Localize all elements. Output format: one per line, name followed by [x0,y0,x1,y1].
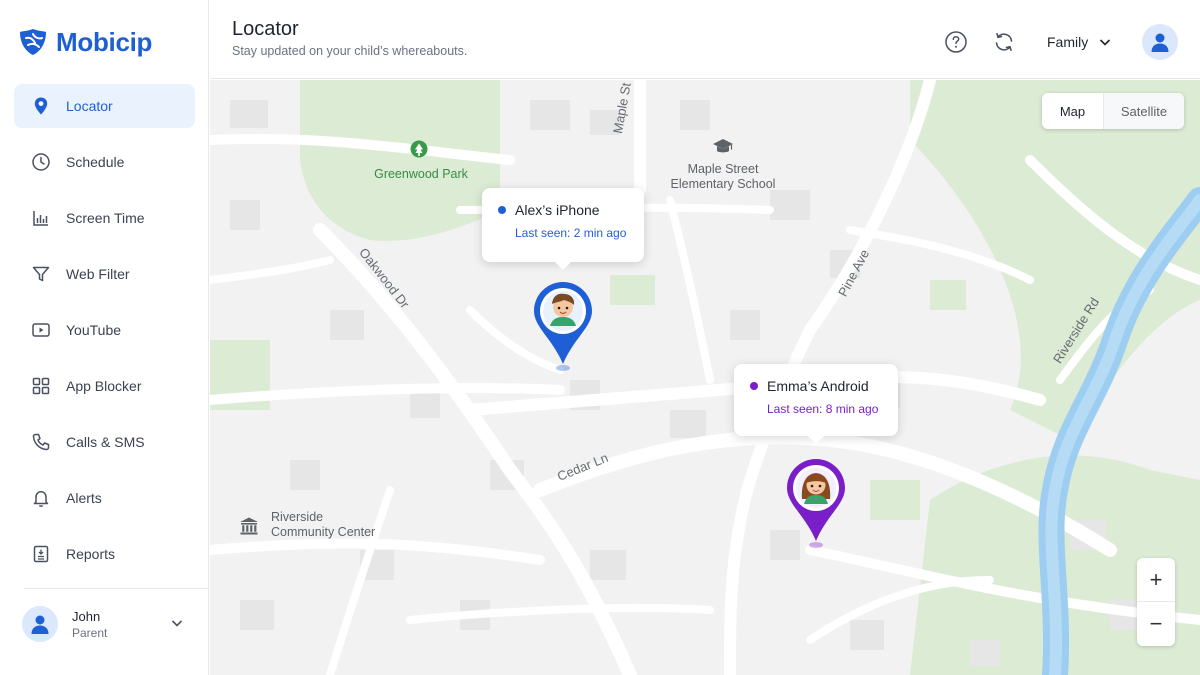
report-icon [30,543,52,565]
school-label: Maple Street Elementary School [670,162,776,191]
last-seen-text: Last seen: 2 min ago [515,226,627,240]
page-subtitle: Stay updated on your child’s whereabouts… [232,44,468,58]
park-label: Greenwood Park [374,167,468,181]
last-seen-text: Last seen: 8 min ago [767,402,879,416]
help-button[interactable] [944,30,968,54]
sidebar-item-label: App Blocker [66,378,142,394]
building-icon [240,517,258,535]
refresh-icon [995,33,1013,51]
user-role: Parent [72,625,108,640]
sidebar-item-alerts[interactable]: Alerts [14,476,195,520]
sidebar-item-schedule[interactable]: Schedule [14,140,195,184]
user-name: John [72,608,101,624]
device-pin-emma[interactable] [785,457,847,556]
device-popup-emma[interactable]: Emma’s Android Last seen: 8 min ago [734,364,898,444]
bar-chart-icon [30,207,52,229]
map-view[interactable]: Greenwood Park Maple Street Elementary S… [210,80,1200,675]
map-type-satellite-button[interactable]: Satellite [1104,93,1184,129]
apps-grid-icon [30,375,52,397]
tree-icon [410,140,428,158]
zoom-in-button[interactable]: + [1137,558,1175,602]
page-title: Locator [232,18,299,40]
device-popup-alex[interactable]: Alex’s iPhone Last seen: 2 min ago [482,188,644,270]
family-label: Family [1047,34,1089,50]
sidebar-nav: Locator Schedule Screen Time Web Filter … [14,84,195,588]
refresh-button[interactable] [992,30,1016,54]
status-dot [498,206,506,214]
sidebar-item-label: Locator [66,98,113,114]
zoom-controls: + − [1137,558,1175,646]
play-icon [30,319,52,341]
sidebar-item-web-filter[interactable]: Web Filter [14,252,195,296]
brand-logo[interactable]: Mobicip [18,24,152,60]
child-avatar-pin-icon [534,282,592,371]
sidebar-item-label: Web Filter [66,266,130,282]
avatar [22,606,58,642]
sidebar-item-youtube[interactable]: YouTube [14,308,195,352]
sidebar-item-label: Calls & SMS [66,434,145,450]
sidebar-item-calls-sms[interactable]: Calls & SMS [14,420,195,464]
sidebar: Mobicip Locator Schedule Screen Time Web… [0,0,209,675]
chevron-down-icon [1100,39,1111,46]
user-icon [1151,33,1169,52]
sidebar-item-screen-time[interactable]: Screen Time [14,196,195,240]
location-pin-icon [30,95,52,117]
sidebar-item-reports[interactable]: Reports [14,532,195,576]
zoom-out-button[interactable]: − [1137,602,1175,646]
map-type-map-button[interactable]: Map [1042,93,1104,129]
graduation-cap-icon [713,139,733,153]
mobicip-shield-icon [20,29,46,55]
phone-icon [30,431,52,453]
map-type-toggle[interactable]: Map Satellite [1042,93,1184,129]
filter-icon [30,263,52,285]
child-avatar-pin-icon [787,459,845,548]
account-avatar-button[interactable] [1142,24,1178,60]
user-menu[interactable]: John Parent [22,604,192,644]
sidebar-item-label: Reports [66,546,116,562]
sidebar-item-label: YouTube [66,322,122,338]
user-icon [31,615,49,634]
family-selector[interactable]: Family [1047,34,1112,50]
sidebar-item-label: Schedule [66,154,125,170]
sidebar-item-locator[interactable]: Locator [14,84,195,128]
sidebar-divider [24,588,208,589]
clock-icon [30,151,52,173]
bell-icon [30,487,52,509]
sidebar-item-label: Alerts [66,490,102,506]
chevron-down-icon [171,620,183,627]
sidebar-item-label: Screen Time [66,210,145,226]
status-dot [750,382,758,390]
brand-name: Mobicip [56,26,153,57]
help-icon [945,31,967,53]
community-center-label: Riverside Community Center [271,510,376,539]
device-name: Alex’s iPhone [515,202,600,218]
device-pin-alex[interactable] [532,280,594,379]
sidebar-item-app-blocker[interactable]: App Blocker [14,364,195,408]
page-header: Locator Stay updated on your child’s whe… [210,0,1200,79]
device-name: Emma’s Android [767,378,869,394]
